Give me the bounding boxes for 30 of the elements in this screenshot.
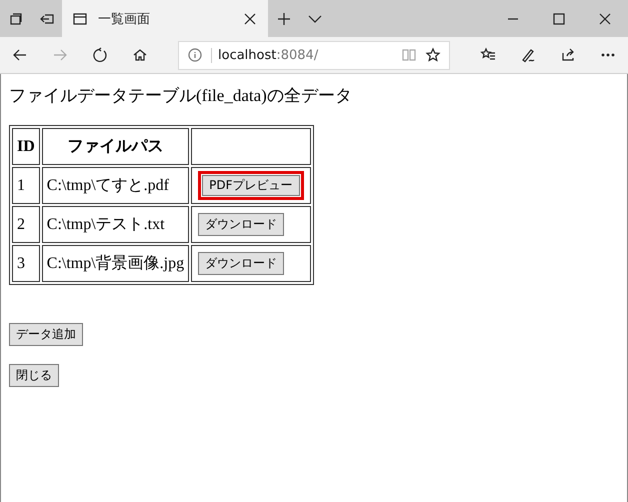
action-button[interactable]: ダウンロード (198, 213, 284, 236)
table-cell: 3 (12, 245, 40, 282)
back-icon[interactable] (12, 47, 28, 63)
pen-icon[interactable] (520, 47, 536, 63)
table-cell: 1 (12, 167, 40, 204)
tab-title: 一覧画面 (98, 10, 151, 28)
action-button[interactable]: ダウンロード (198, 252, 284, 275)
form-button[interactable]: データ追加 (9, 323, 83, 346)
page-icon (72, 10, 88, 26)
maximize-icon[interactable] (551, 10, 567, 26)
share-icon[interactable] (560, 47, 576, 63)
close-icon[interactable] (597, 10, 613, 26)
table-cell: C:\tmp\てすと.pdf (42, 167, 190, 204)
tabs-icon[interactable] (8, 10, 24, 26)
star-icon[interactable] (425, 47, 441, 63)
table-cell: 2 (12, 206, 40, 243)
table-cell: C:\tmp\テスト.txt (42, 206, 190, 243)
column-header: ID (12, 128, 40, 165)
page-heading: ファイルデータテーブル(file_data)の全データ (9, 85, 353, 107)
address-bar[interactable]: localhost:8084/ (178, 40, 450, 70)
action-button[interactable]: PDFプレビュー (198, 171, 304, 200)
info-icon[interactable] (187, 47, 203, 63)
plus-icon[interactable] (276, 10, 292, 26)
home-icon[interactable] (132, 47, 148, 63)
column-header: ファイルパス (42, 128, 190, 165)
refresh-icon[interactable] (92, 47, 108, 63)
browser-tab[interactable]: 一覧画面 (62, 0, 268, 37)
form-button[interactable]: 閉じる (9, 364, 59, 387)
close-icon[interactable] (242, 10, 258, 26)
table-cell: C:\tmp\背景画像.jpg (42, 245, 190, 282)
